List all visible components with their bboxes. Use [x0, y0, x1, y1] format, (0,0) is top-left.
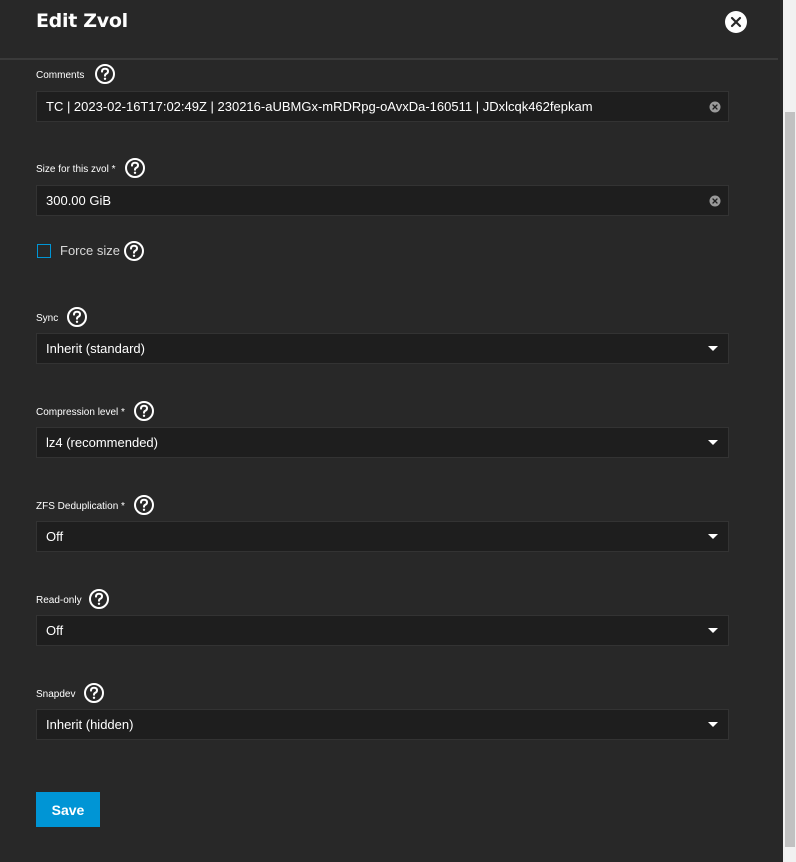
- force-size-label[interactable]: Force size: [60, 243, 120, 258]
- clear-comments-icon[interactable]: [709, 101, 721, 113]
- size-label: Size for this zvol *: [36, 163, 116, 175]
- force-size-help-icon[interactable]: [123, 240, 145, 262]
- comments-label: Comments: [36, 69, 85, 81]
- snapdev-help-icon[interactable]: [83, 682, 105, 704]
- comments-help-icon[interactable]: [94, 63, 116, 85]
- sync-select[interactable]: Inherit (standard): [36, 333, 729, 364]
- scrollbar-thumb[interactable]: [785, 112, 795, 847]
- edit-zvol-dialog: Edit Zvol Comments TC | 2023-02-16T17:02…: [0, 0, 783, 862]
- readonly-label: Read-only: [36, 594, 82, 606]
- size-help-icon[interactable]: [124, 157, 146, 179]
- snapdev-value: Inherit (hidden): [46, 717, 134, 732]
- compression-label: Compression level *: [36, 406, 125, 418]
- compression-dropdown-arrow-icon: [708, 440, 718, 445]
- sync-label: Sync: [36, 312, 59, 324]
- readonly-select[interactable]: Off: [36, 615, 729, 646]
- clear-size-icon[interactable]: [709, 195, 721, 207]
- force-size-checkbox[interactable]: [37, 244, 51, 258]
- sync-dropdown-arrow-icon: [708, 346, 718, 351]
- dialog-header: Edit Zvol: [0, 0, 783, 58]
- save-button[interactable]: Save: [36, 792, 100, 827]
- sync-help-icon[interactable]: [66, 306, 88, 328]
- size-value: 300.00 GiB: [46, 193, 112, 208]
- compression-help-icon[interactable]: [133, 400, 155, 422]
- size-input[interactable]: 300.00 GiB: [36, 185, 729, 216]
- header-divider: [0, 58, 778, 60]
- dedup-label: ZFS Deduplication *: [36, 500, 125, 512]
- dialog-title: Edit Zvol: [36, 10, 128, 32]
- readonly-help-icon[interactable]: [88, 588, 110, 610]
- snapdev-dropdown-arrow-icon: [708, 722, 718, 727]
- readonly-value: Off: [46, 623, 64, 638]
- compression-select[interactable]: lz4 (recommended): [36, 427, 729, 458]
- dedup-help-icon[interactable]: [133, 494, 155, 516]
- dedup-select[interactable]: Off: [36, 521, 729, 552]
- close-icon: [730, 16, 742, 28]
- dedup-value: Off: [46, 529, 64, 544]
- close-button[interactable]: [725, 11, 747, 33]
- compression-value: lz4 (recommended): [46, 435, 158, 450]
- snapdev-label: Snapdev: [36, 688, 76, 700]
- comments-input[interactable]: TC | 2023-02-16T17:02:49Z | 230216-aUBMG…: [36, 91, 729, 122]
- sync-value: Inherit (standard): [46, 341, 145, 356]
- readonly-dropdown-arrow-icon: [708, 628, 718, 633]
- snapdev-select[interactable]: Inherit (hidden): [36, 709, 729, 740]
- dedup-dropdown-arrow-icon: [708, 534, 718, 539]
- comments-value: TC | 2023-02-16T17:02:49Z | 230216-aUBMG…: [46, 99, 593, 114]
